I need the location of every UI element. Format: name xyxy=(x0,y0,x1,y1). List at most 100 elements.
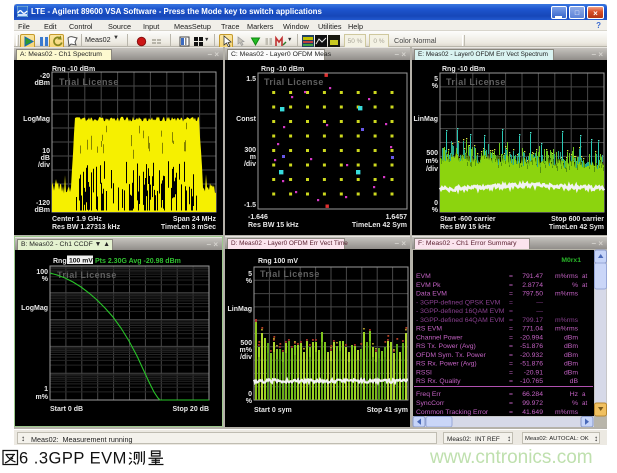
svg-text:Rng: Rng xyxy=(53,258,67,265)
svg-text:-120: -120 xyxy=(36,200,50,207)
svg-text:dBm: dBm xyxy=(564,369,578,376)
svg-text:at: at xyxy=(582,273,587,280)
svg-text:Hz: Hz xyxy=(570,391,579,398)
svg-text:1.6457: 1.6457 xyxy=(386,214,408,221)
svg-text:LinMag: LinMag xyxy=(228,306,253,313)
svg-text:=: = xyxy=(509,343,513,350)
svg-text:RS EVM: RS EVM xyxy=(416,326,442,333)
svg-text:=: = xyxy=(509,352,513,359)
svg-text:m%: m% xyxy=(240,347,253,354)
svg-text:%: % xyxy=(432,83,439,90)
svg-text:771.04: 771.04 xyxy=(522,326,543,333)
svg-text:dBm: dBm xyxy=(564,334,578,341)
svg-text:Rng -10 dBm: Rng -10 dBm xyxy=(442,66,485,73)
svg-text:Start 0 sym: Start 0 sym xyxy=(254,407,292,414)
svg-text:RS Rx. Power (Avg): RS Rx. Power (Avg) xyxy=(416,361,477,368)
svg-text:SyncCorr: SyncCorr xyxy=(416,400,445,407)
svg-text:- 3GPP-defined QPSK EVM: - 3GPP-defined QPSK EVM xyxy=(416,299,501,306)
svg-text:-20.994: -20.994 xyxy=(520,334,543,341)
svg-text:1: 1 xyxy=(44,386,48,393)
svg-text:dBm: dBm xyxy=(564,361,578,368)
svg-text:RS Tx. Power (Avg): RS Tx. Power (Avg) xyxy=(416,343,476,350)
svg-text:=: = xyxy=(509,400,513,407)
svg-text:Data EVM: Data EVM xyxy=(416,291,447,298)
svg-text:=: = xyxy=(509,308,513,315)
svg-text:Const: Const xyxy=(236,116,257,123)
svg-text:5: 5 xyxy=(434,76,438,83)
svg-text:—: — xyxy=(536,299,543,306)
svg-text:RS Rx. Quality: RS Rx. Quality xyxy=(416,378,461,385)
svg-text:300: 300 xyxy=(244,147,256,154)
svg-text:=: = xyxy=(509,282,513,289)
svg-text:2.8774: 2.8774 xyxy=(522,282,543,289)
svg-text:—: — xyxy=(536,308,543,315)
svg-text:%: % xyxy=(246,278,253,285)
svg-text:m%: m% xyxy=(36,394,49,401)
svg-text:1.5: 1.5 xyxy=(246,76,256,83)
svg-text:=: = xyxy=(509,369,513,376)
svg-text:TimeLen 42 Sym: TimeLen 42 Sym xyxy=(352,222,407,229)
svg-text:LogMag: LogMag xyxy=(23,116,50,123)
svg-text:500: 500 xyxy=(240,340,252,347)
svg-text:100 mV: 100 mV xyxy=(69,258,93,265)
svg-text:41.649: 41.649 xyxy=(522,409,543,416)
svg-text:Freq Err: Freq Err xyxy=(416,391,442,398)
svg-text:=: = xyxy=(509,334,513,341)
svg-text:=: = xyxy=(509,391,513,398)
svg-text:=: = xyxy=(509,378,513,385)
svg-text:=: = xyxy=(509,361,513,368)
svg-text:LinMag: LinMag xyxy=(414,116,439,123)
svg-text:m%rms: m%rms xyxy=(555,326,579,333)
svg-text:Trial License: Trial License xyxy=(260,269,320,279)
svg-text:%: % xyxy=(246,398,253,405)
svg-text:- 3GPP-defined 16QAM EVM: - 3GPP-defined 16QAM EVM xyxy=(416,308,505,315)
svg-text:/div: /div xyxy=(240,354,252,361)
svg-text:799.17: 799.17 xyxy=(522,317,543,324)
svg-text:Trial License: Trial License xyxy=(59,77,119,87)
svg-text:Res BW 15 kHz: Res BW 15 kHz xyxy=(248,222,299,229)
svg-text:%: % xyxy=(42,276,49,283)
svg-text:LogMag: LogMag xyxy=(21,305,48,312)
svg-text:dBm: dBm xyxy=(564,352,578,359)
svg-text:m%rms: m%rms xyxy=(555,317,579,324)
svg-text:=: = xyxy=(509,326,513,333)
svg-text:797.50: 797.50 xyxy=(522,291,543,298)
svg-text:Stop 41 sym: Stop 41 sym xyxy=(367,407,408,414)
svg-text:TimeLen 3 mSec: TimeLen 3 mSec xyxy=(161,224,216,231)
svg-text:100: 100 xyxy=(36,269,48,276)
svg-text:dBm: dBm xyxy=(34,207,50,214)
svg-text:Start 0 dB: Start 0 dB xyxy=(50,406,83,413)
svg-text:0: 0 xyxy=(248,391,252,398)
svg-text:Res BW 15 kHz: Res BW 15 kHz xyxy=(440,224,491,231)
svg-text:Rng -10 dBm: Rng -10 dBm xyxy=(261,66,304,73)
svg-text:-1.5: -1.5 xyxy=(244,202,256,209)
svg-text:a: a xyxy=(582,391,586,398)
svg-text:Stop 600 carrier: Stop 600 carrier xyxy=(551,216,604,223)
svg-text:5: 5 xyxy=(248,271,252,278)
svg-text:%: % xyxy=(432,207,439,214)
svg-text:-1.646: -1.646 xyxy=(248,214,268,221)
svg-text:m%rms: m%rms xyxy=(555,273,579,280)
svg-text:/div: /div xyxy=(38,162,50,169)
svg-text:dB: dB xyxy=(570,378,579,385)
svg-text:%: % xyxy=(572,400,578,407)
svg-text:-51.876: -51.876 xyxy=(520,361,543,368)
svg-text:m%: m% xyxy=(426,158,439,165)
svg-text:- 3GPP-defined 64QAM EVM: - 3GPP-defined 64QAM EVM xyxy=(416,317,505,324)
svg-text:dBm: dBm xyxy=(564,343,578,350)
svg-text:=: = xyxy=(509,317,513,324)
svg-text:99.972: 99.972 xyxy=(522,400,543,407)
svg-text:at: at xyxy=(582,282,587,289)
svg-text:Stop 20 dB: Stop 20 dB xyxy=(172,406,209,413)
svg-text:791.47: 791.47 xyxy=(522,273,543,280)
svg-text:/div: /div xyxy=(426,166,438,173)
svg-text:Pts 2.30G Avg -20.98 dBm: Pts 2.30G Avg -20.98 dBm xyxy=(95,258,181,265)
svg-text:OFDM Sym. Tx. Power: OFDM Sym. Tx. Power xyxy=(416,352,486,359)
svg-text:-20.932: -20.932 xyxy=(520,352,543,359)
svg-text:66.284: 66.284 xyxy=(522,391,543,398)
svg-text:%: % xyxy=(572,282,578,289)
svg-text:-20.91: -20.91 xyxy=(524,369,543,376)
svg-text:m%rms: m%rms xyxy=(555,409,579,416)
svg-text:EVM Pk: EVM Pk xyxy=(416,282,441,289)
svg-text:Rng 100 mV: Rng 100 mV xyxy=(258,258,298,265)
